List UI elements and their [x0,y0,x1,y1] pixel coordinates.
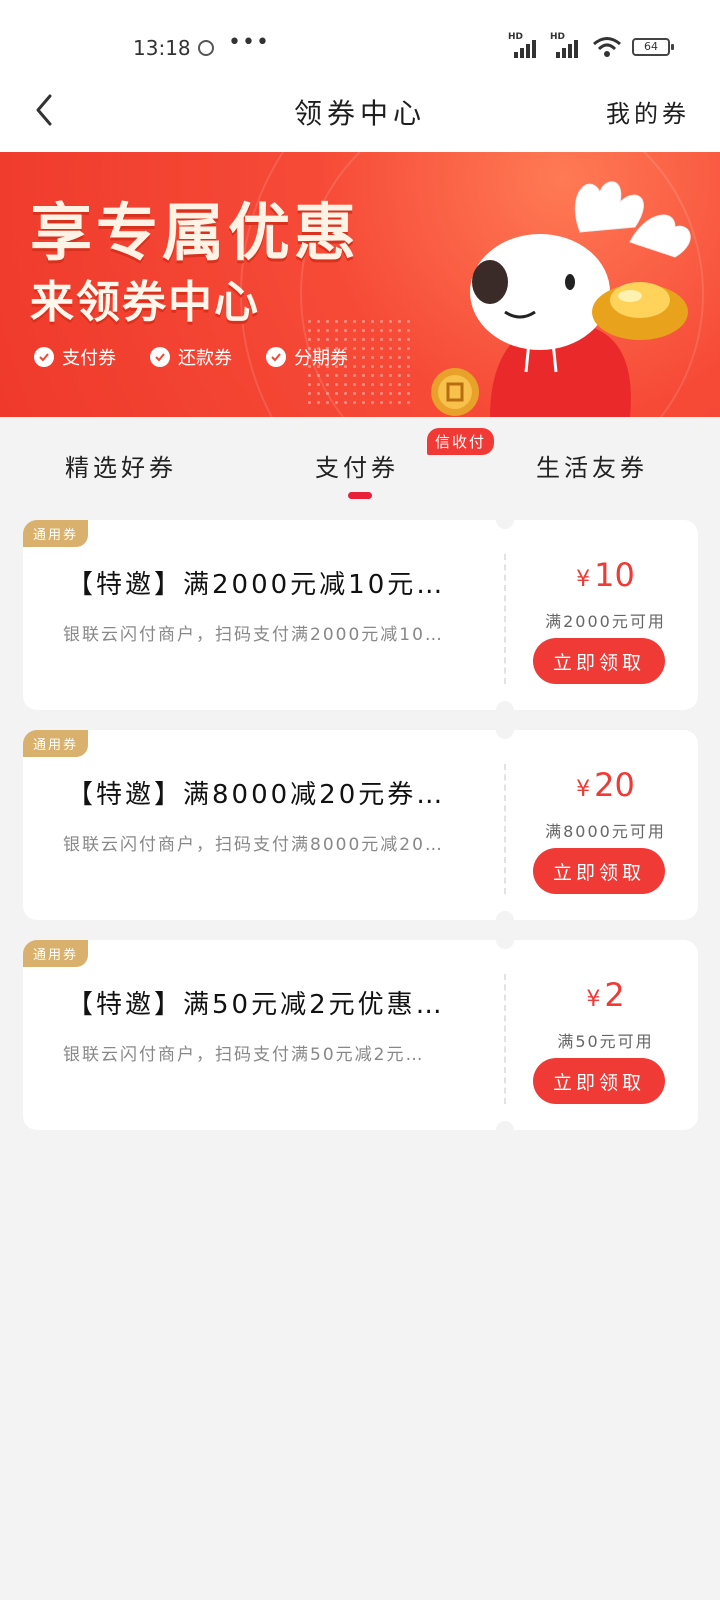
coupon-tabs: 精选好券 支付券 信收付 生活友券 [0,418,720,508]
check-icon [266,347,286,367]
coupon-card: 通用券 【特邀】满50元减2元优惠… 银联云闪付商户，扫码支付满50元减2元… … [23,940,698,1130]
promo-banner[interactable]: 享专属优惠 来领券中心 支付券 还款券 分期券 [0,152,720,417]
status-indicators: HD HD 64 [508,32,674,58]
coupon-title: 【特邀】满50元减2元优惠… [67,990,445,1020]
coupon-card: 通用券 【特邀】满2000元减10元… 银联云闪付商户，扫码支付满2000元减1… [23,520,698,710]
card-divider [504,974,506,1104]
tab-badge: 信收付 [427,428,495,455]
banner-tag: 分期券 [266,344,348,370]
sim-icon [198,40,214,56]
coupon-title: 【特邀】满2000元减10元… [67,570,446,600]
card-notch [496,701,514,710]
coupon-condition: 满50元可用 [557,1032,654,1051]
active-tab-indicator [348,492,372,499]
banner-title: 享专属优惠 [30,196,361,269]
signal-icon: HD [550,32,582,58]
check-icon [34,347,54,367]
nav-bar: 领券中心 我的券 [0,70,720,152]
coupon-type-tag: 通用券 [23,730,89,757]
banner-subtitle: 来领券中心 [30,277,260,328]
claim-button[interactable]: 立即领取 [533,1058,665,1104]
card-divider [504,764,506,894]
coupon-description: 银联云闪付商户，扫码支付满50元减2元… [63,1045,425,1065]
tab-payment[interactable]: 支付券 [315,448,399,483]
coupon-type-tag: 通用券 [23,520,89,547]
status-time: 13:18 [133,36,191,60]
currency-symbol: ¥ [576,777,591,802]
coupon-value: 2 [604,976,625,1014]
check-icon [150,347,170,367]
banner-tags: 支付券 还款券 分期券 [34,344,348,370]
coupon-value: 20 [594,766,635,804]
coupon-description: 银联云闪付商户，扫码支付满8000元减20… [63,835,444,855]
battery-icon: 64 [632,38,674,56]
wifi-icon [593,37,621,57]
coupon-amount: ¥20 [513,766,698,804]
coupon-type-tag: 通用券 [23,940,89,967]
my-coupons-link[interactable]: 我的券 [606,94,690,129]
currency-symbol: ¥ [576,567,591,592]
mascot-illustration [431,181,691,417]
coupon-amount: ¥2 [513,976,698,1014]
claim-button[interactable]: 立即领取 [533,638,665,684]
card-notch [496,520,514,529]
coupon-condition: 满8000元可用 [545,822,666,841]
coupon-card: 通用券 【特邀】满8000减20元券… 银联云闪付商户，扫码支付满8000元减2… [23,730,698,920]
banner-tag-label: 还款券 [178,348,232,369]
tab-featured[interactable]: 精选好券 [65,448,177,483]
currency-symbol: ¥ [586,987,601,1012]
card-notch [496,1121,514,1130]
card-notch [496,911,514,920]
card-notch [496,730,514,739]
tab-life[interactable]: 生活友券 [536,448,648,483]
banner-tag-label: 分期券 [294,348,348,369]
coupon-condition: 满2000元可用 [545,612,666,631]
banner-tag-label: 支付券 [62,348,116,369]
banner-tag: 支付券 [34,344,116,370]
battery-level: 64 [644,40,658,53]
claim-button[interactable]: 立即领取 [533,848,665,894]
coupon-title: 【特邀】满8000减20元券… [67,780,446,810]
banner-tag: 还款券 [150,344,232,370]
card-notch [496,940,514,949]
coupon-amount: ¥10 [513,556,698,594]
card-divider [504,554,506,684]
coupon-value: 10 [594,556,635,594]
signal-icon: HD [508,32,540,58]
coupon-description: 银联云闪付商户，扫码支付满2000元减10… [63,625,444,645]
more-notifications-icon: ••• [228,30,270,55]
